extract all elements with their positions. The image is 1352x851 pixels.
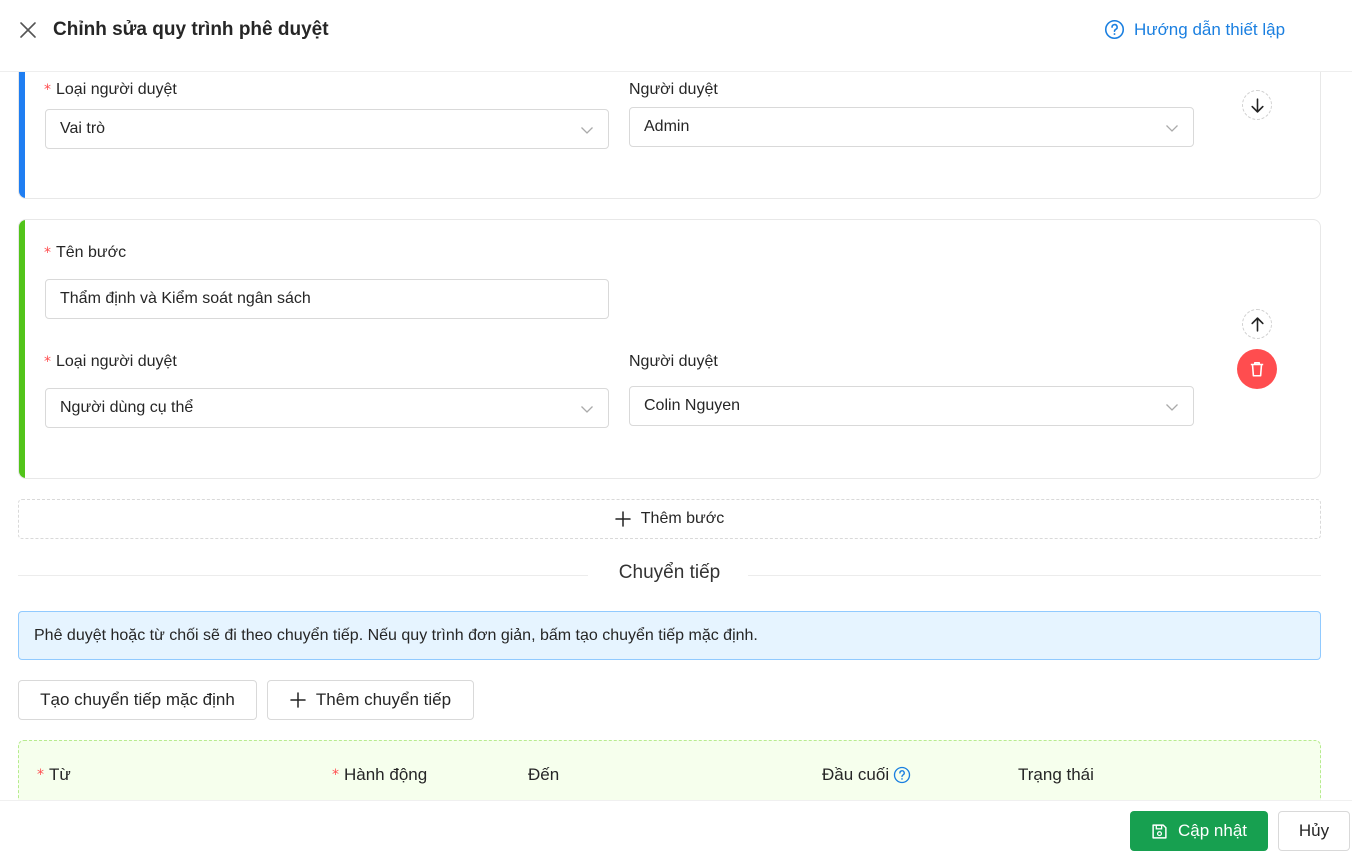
step-accent-bar bbox=[19, 220, 25, 478]
required-mark: * bbox=[44, 354, 51, 370]
question-circle-icon[interactable] bbox=[893, 766, 911, 784]
approver-type-label: * Loại người duyệt bbox=[44, 81, 177, 98]
approver-select[interactable]: Admin bbox=[629, 107, 1194, 147]
approver-type-value: Người dùng cụ thể bbox=[60, 399, 194, 416]
page-title: Chỉnh sửa quy trình phê duyệt bbox=[53, 19, 329, 40]
save-icon bbox=[1152, 823, 1167, 839]
required-mark: * bbox=[332, 767, 339, 783]
transitions-table: * Từ * Hành động Đến Đầu cuối Trạng thái bbox=[18, 740, 1321, 800]
chevron-down-icon bbox=[1166, 404, 1178, 411]
transitions-divider: Chuyển tiếp bbox=[18, 560, 1321, 588]
approver-type-label: * Loại người duyệt bbox=[44, 353, 177, 370]
column-header-terminal: Đầu cuối bbox=[822, 765, 911, 785]
arrow-up-icon bbox=[1250, 316, 1264, 332]
column-header-action: * Hành động bbox=[332, 765, 428, 784]
column-header-from: * Từ bbox=[37, 765, 71, 784]
column-header-status: Trạng thái bbox=[1018, 765, 1094, 784]
required-mark: * bbox=[44, 245, 51, 261]
approver-label: Người duyệt bbox=[629, 81, 718, 98]
move-step-up-button[interactable] bbox=[1242, 309, 1272, 339]
setup-guide-link[interactable]: Hướng dẫn thiết lập bbox=[1104, 19, 1285, 40]
step-name-label: * Tên bước bbox=[44, 244, 127, 261]
modal-header: Chỉnh sửa quy trình phê duyệt Hướng dẫn … bbox=[0, 0, 1352, 72]
create-default-transition-button[interactable]: Tạo chuyển tiếp mặc định bbox=[18, 680, 257, 720]
step-accent-bar bbox=[19, 72, 25, 198]
question-circle-icon bbox=[1104, 19, 1125, 40]
step-card-2: * Tên bước Thẩm định và Kiểm soát ngân sá… bbox=[18, 219, 1321, 479]
update-button[interactable]: Cập nhật bbox=[1130, 811, 1268, 851]
modal-body: * Loại người duyệt Vai trò Người duyệt Ad… bbox=[0, 72, 1352, 800]
arrow-down-icon bbox=[1250, 97, 1264, 113]
plus-icon bbox=[615, 511, 631, 527]
approver-label: Người duyệt bbox=[629, 353, 718, 370]
trash-icon bbox=[1250, 362, 1264, 377]
chevron-down-icon bbox=[1166, 125, 1178, 132]
create-default-transition-label: Tạo chuyển tiếp mặc định bbox=[40, 690, 235, 709]
close-icon bbox=[20, 22, 36, 38]
add-transition-button[interactable]: Thêm chuyển tiếp bbox=[267, 680, 474, 720]
add-step-label: Thêm bước bbox=[640, 510, 725, 527]
step-name-value: Thẩm định và Kiểm soát ngân sách bbox=[60, 290, 311, 307]
column-header-to: Đến bbox=[528, 765, 560, 784]
move-step-down-button[interactable] bbox=[1242, 90, 1272, 120]
modal-footer: Cập nhật Hủy bbox=[0, 800, 1352, 851]
chevron-down-icon bbox=[581, 406, 593, 413]
setup-guide-label: Hướng dẫn thiết lập bbox=[1134, 19, 1286, 39]
approver-select[interactable]: Colin Nguyen bbox=[629, 386, 1194, 426]
required-mark: * bbox=[37, 767, 44, 783]
cancel-label: Hủy bbox=[1298, 821, 1330, 840]
cancel-button[interactable]: Hủy bbox=[1278, 811, 1350, 851]
approver-value: Colin Nguyen bbox=[644, 397, 741, 414]
approver-type-select[interactable]: Vai trò bbox=[45, 109, 609, 149]
add-step-button[interactable]: Thêm bước bbox=[18, 499, 1321, 539]
required-mark: * bbox=[44, 82, 51, 98]
info-text: Phê duyệt hoặc từ chối sẽ đi theo chuyển… bbox=[34, 626, 758, 644]
update-label: Cập nhật bbox=[1178, 821, 1247, 840]
approver-type-value: Vai trò bbox=[60, 120, 106, 137]
transitions-info-alert: Phê duyệt hoặc từ chối sẽ đi theo chuyển… bbox=[18, 611, 1321, 660]
chevron-down-icon bbox=[581, 127, 593, 134]
close-button[interactable] bbox=[16, 18, 40, 42]
approver-value: Admin bbox=[644, 118, 690, 135]
step-name-input[interactable]: Thẩm định và Kiểm soát ngân sách bbox=[45, 279, 609, 319]
delete-step-button[interactable] bbox=[1237, 349, 1277, 389]
transitions-section-title: Chuyển tiếp bbox=[618, 562, 721, 583]
plus-icon bbox=[290, 692, 306, 708]
approver-type-select[interactable]: Người dùng cụ thể bbox=[45, 388, 609, 428]
add-transition-label: Thêm chuyển tiếp bbox=[315, 690, 452, 709]
step-card-1: * Loại người duyệt Vai trò Người duyệt Ad… bbox=[18, 72, 1321, 199]
